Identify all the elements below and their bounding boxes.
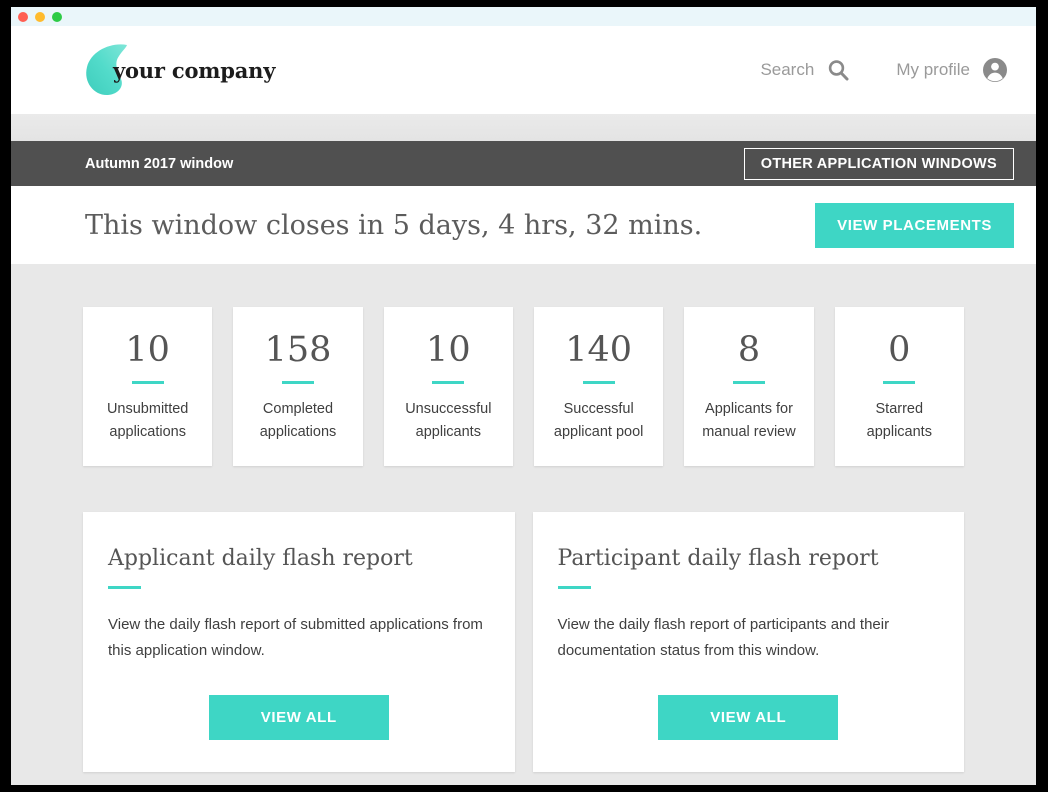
zoom-window-button[interactable]	[52, 11, 62, 22]
header-actions: Search My profile	[760, 57, 1008, 83]
stat-value: 8	[737, 330, 761, 370]
report-card-divider	[557, 586, 591, 590]
report-card-divider	[108, 586, 141, 590]
stat-value: 158	[264, 330, 332, 370]
stat-value: 10	[125, 330, 170, 370]
stat-divider	[131, 381, 164, 384]
stat-label: Completed applications	[243, 398, 352, 445]
search-action[interactable]: Search	[760, 58, 850, 82]
report-card-title: Applicant daily flash report	[108, 546, 413, 572]
report-card-body: View the daily flash report of participa…	[557, 616, 890, 660]
stat-label: Successful applicant pool	[544, 398, 653, 445]
report-card-title: Participant daily flash report	[557, 546, 879, 572]
report-card-participant-daily-flash: Participant daily flash report View the …	[532, 512, 964, 773]
stats-row: 10 Unsubmitted applications 158 Complete…	[83, 307, 964, 467]
stat-label-line2: applicants	[415, 423, 481, 440]
search-icon[interactable]	[826, 58, 850, 82]
dashboard: 10 Unsubmitted applications 158 Complete…	[11, 264, 1036, 785]
stat-card-unsuccessful-applicants[interactable]: 10 Unsuccessful applicants	[383, 307, 513, 467]
report-card-body: View the daily flash report of submitted…	[108, 616, 483, 660]
report-cards-row: Applicant daily flash report View the da…	[83, 512, 964, 773]
stat-label: Unsuccessful applicants	[394, 398, 503, 445]
stat-card-unsubmitted-applications[interactable]: 10 Unsubmitted applications	[83, 307, 213, 467]
stat-value: 0	[888, 330, 911, 370]
stat-label: Applicants for manual review	[694, 398, 803, 445]
stat-label: Starred applicants	[845, 398, 954, 445]
profile-action[interactable]: My profile	[896, 57, 1008, 83]
stat-divider	[432, 381, 465, 384]
stat-divider	[582, 381, 615, 384]
stat-label-line1: Successful	[563, 400, 634, 417]
browser-window: your company Search My profile Autumn 20…	[11, 7, 1036, 785]
stat-label-line1: Applicants for	[705, 400, 793, 417]
application-window-bar: Autumn 2017 window OTHER APPLICATION WIN…	[11, 141, 1036, 186]
stat-label-line1: Starred	[875, 400, 924, 417]
brand-logo[interactable]: your company	[86, 44, 276, 96]
view-all-button[interactable]: VIEW ALL	[208, 695, 389, 741]
header-separator-band	[11, 114, 1036, 141]
stat-label-line1: Completed	[262, 400, 334, 417]
minimize-window-button[interactable]	[35, 11, 45, 22]
stat-label-line2: applicant pool	[553, 423, 644, 440]
stat-divider	[883, 381, 916, 384]
stat-card-applicants-for-manual-review[interactable]: 8 Applicants for manual review	[684, 307, 814, 467]
stat-divider	[732, 381, 765, 384]
stat-label-line1: Unsuccessful	[405, 400, 492, 417]
window-closing-notice: This window closes in 5 days, 4 hrs, 32 …	[11, 186, 1036, 264]
stat-value: 10	[426, 330, 471, 370]
window-closing-text: This window closes in 5 days, 4 hrs, 32 …	[85, 209, 703, 241]
stat-label: Unsubmitted applications	[93, 398, 202, 445]
view-placements-button[interactable]: VIEW PLACEMENTS	[815, 202, 1014, 248]
stat-card-completed-applications[interactable]: 158 Completed applications	[233, 307, 363, 467]
stat-label-line2: manual review	[702, 423, 796, 440]
close-window-button[interactable]	[18, 11, 28, 22]
view-all-button[interactable]: VIEW ALL	[658, 695, 839, 741]
stat-value: 140	[565, 330, 633, 370]
browser-titlebar	[11, 7, 1036, 26]
search-action-label: Search	[760, 60, 815, 79]
profile-action-label: My profile	[896, 60, 970, 79]
stat-card-successful-applicant-pool[interactable]: 140 Successful applicant pool	[533, 307, 664, 467]
other-application-windows-button[interactable]: OTHER APPLICATION WINDOWS	[743, 147, 1014, 180]
report-card-applicant-daily-flash: Applicant daily flash report View the da…	[83, 512, 515, 773]
page-viewport: your company Search My profile Autumn 20…	[11, 26, 1036, 785]
site-header: your company Search My profile	[11, 26, 1036, 114]
stat-card-starred-applicants[interactable]: 0 Starred applicants	[834, 307, 964, 467]
brand-name: your company	[113, 57, 276, 83]
stat-label-line2: applicants	[866, 423, 932, 440]
user-circle-icon[interactable]	[982, 57, 1008, 83]
stat-divider	[281, 381, 314, 384]
window-bar-title: Autumn 2017 window	[85, 155, 234, 172]
stat-label-line2: applications	[259, 423, 337, 440]
stat-label-line1: Unsubmitted	[106, 400, 189, 417]
stat-label-line2: applications	[109, 423, 186, 440]
